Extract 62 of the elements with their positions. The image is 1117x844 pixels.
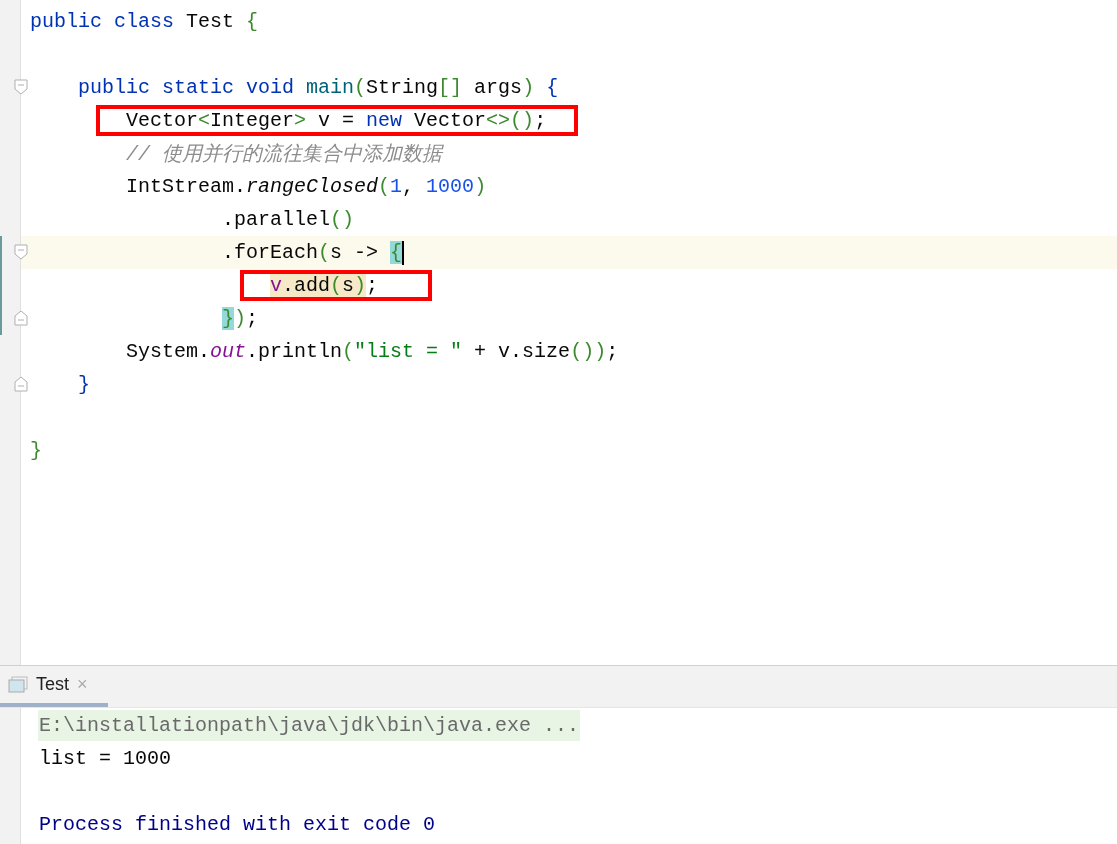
code-token: main bbox=[306, 76, 355, 99]
code-token: .println bbox=[246, 340, 343, 363]
code-token: ; bbox=[534, 109, 547, 132]
code-token: Integer bbox=[210, 109, 295, 132]
code-token: [] bbox=[438, 76, 463, 99]
code-token: 1 bbox=[390, 175, 403, 198]
fold-icon[interactable] bbox=[14, 376, 28, 392]
code-token: rangeClosed bbox=[246, 175, 379, 198]
code-token: s -> bbox=[330, 241, 380, 264]
code-token: "list = " bbox=[354, 340, 463, 363]
code-token: v bbox=[270, 274, 282, 297]
code-token: Test bbox=[186, 10, 236, 33]
fold-icon[interactable] bbox=[14, 244, 28, 260]
console-line: Process finished with exit code 0 bbox=[38, 812, 437, 838]
code-token: Vector bbox=[414, 109, 487, 132]
code-token: ( bbox=[378, 175, 391, 198]
code-token: ( bbox=[318, 241, 331, 264]
code-token: ; bbox=[366, 274, 379, 297]
code-token: <>() bbox=[486, 109, 535, 132]
code-token: args bbox=[473, 76, 523, 99]
code-token: public class bbox=[30, 10, 176, 33]
code-token: ) bbox=[522, 76, 535, 99]
code-token: new bbox=[366, 109, 404, 132]
code-token: ; bbox=[246, 307, 259, 330]
code-token: ) bbox=[234, 307, 247, 330]
code-token: String bbox=[366, 76, 439, 99]
console-line: list = 1000 bbox=[38, 746, 173, 772]
code-token: } bbox=[78, 373, 90, 396]
code-token: { bbox=[545, 76, 559, 99]
code-token: 1000 bbox=[426, 175, 475, 198]
code-token: } bbox=[222, 307, 234, 330]
code-token: ) bbox=[354, 274, 367, 297]
code-token: out bbox=[210, 340, 247, 363]
fold-icon[interactable] bbox=[14, 310, 28, 326]
tab-label: Test bbox=[36, 674, 69, 695]
code-token: .parallel bbox=[222, 208, 331, 231]
code-token: ) bbox=[594, 340, 607, 363]
code-token: .forEach bbox=[222, 241, 318, 264]
code-token: IntStream. bbox=[126, 175, 247, 198]
code-token: , bbox=[402, 175, 416, 198]
code-token: () bbox=[330, 208, 355, 231]
code-token: ) bbox=[474, 175, 487, 198]
code-token: ( bbox=[330, 274, 343, 297]
code-token: public static void bbox=[78, 76, 296, 99]
code-token: Vector bbox=[126, 109, 198, 132]
console-icon bbox=[8, 675, 28, 694]
code-token: } bbox=[30, 439, 42, 462]
code-token: ; bbox=[606, 340, 619, 363]
code-token: > bbox=[294, 109, 307, 132]
code-token: { bbox=[246, 10, 259, 33]
code-token: .add bbox=[282, 274, 331, 297]
fold-icon[interactable] bbox=[14, 79, 28, 95]
code-token: System. bbox=[126, 340, 210, 363]
code-token: ( bbox=[354, 76, 367, 99]
code-comment: // 使用并行的流往集合中添加数据 bbox=[126, 142, 442, 167]
code-token: { bbox=[390, 241, 403, 264]
code-token: < bbox=[198, 109, 211, 132]
code-token: v = bbox=[317, 109, 356, 132]
code-token: s bbox=[342, 274, 355, 297]
code-token: ( bbox=[342, 340, 355, 363]
code-token: () bbox=[570, 340, 595, 363]
code-token: + v.size bbox=[473, 340, 571, 363]
